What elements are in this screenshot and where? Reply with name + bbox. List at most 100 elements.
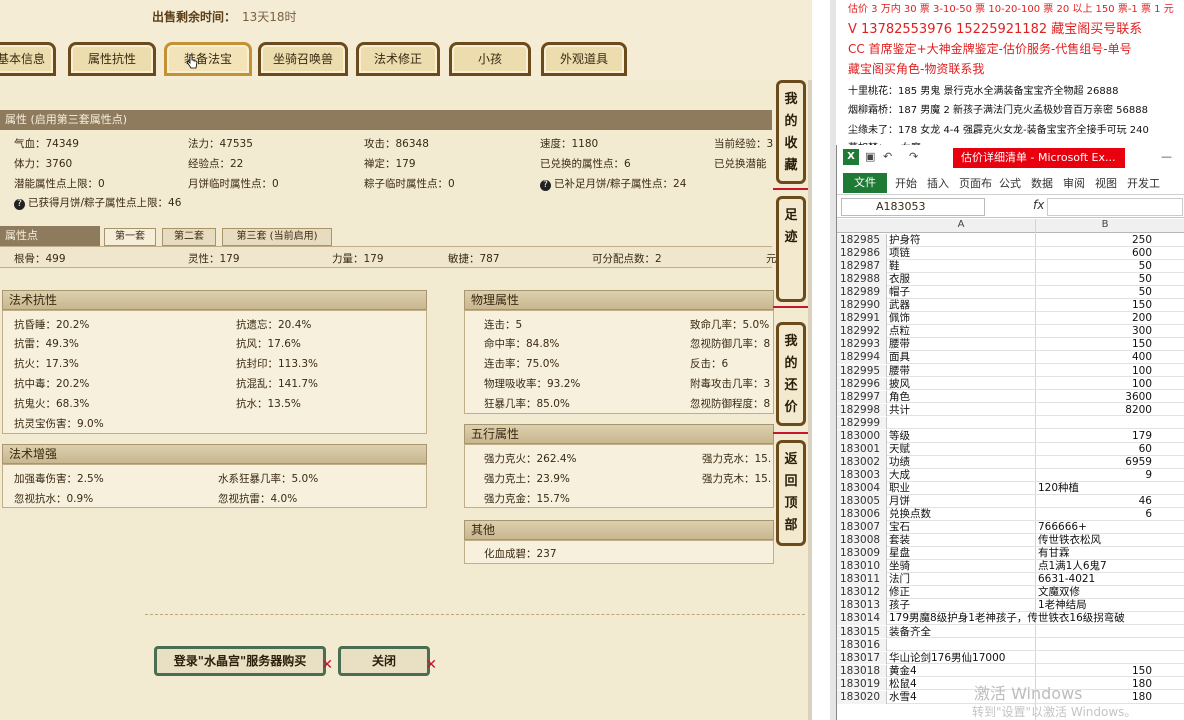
row-number[interactable]: 183008: [837, 534, 887, 547]
row-number[interactable]: 183019: [837, 677, 887, 691]
undo-icon[interactable]: ↶: [883, 150, 892, 163]
row-number[interactable]: 182993: [837, 338, 887, 352]
menu-formula[interactable]: 公式: [999, 175, 1021, 191]
cell-b[interactable]: 200: [1035, 312, 1155, 324]
table-row[interactable]: 182988 衣服 50: [837, 273, 1184, 286]
table-row[interactable]: 182999: [837, 416, 1184, 430]
table-row[interactable]: 182994 面具 400: [837, 351, 1184, 365]
tab-appearance[interactable]: 外观道具: [541, 42, 627, 76]
row-number[interactable]: 183011: [837, 573, 887, 587]
cell-a[interactable]: 共计: [887, 404, 1035, 416]
table-row[interactable]: 182993 腰带 150: [837, 338, 1184, 352]
row-number[interactable]: 183018: [837, 664, 887, 678]
cell-b[interactable]: 300: [1035, 325, 1155, 337]
cell-a[interactable]: 面具: [887, 351, 1035, 363]
row-number[interactable]: 182985: [837, 234, 887, 247]
cell-b[interactable]: 9: [1035, 469, 1155, 481]
save-icon[interactable]: ▣: [865, 150, 875, 163]
row-number[interactable]: 183003: [837, 468, 887, 482]
cell-a[interactable]: 等级: [887, 430, 1035, 442]
cell-b[interactable]: 400: [1035, 351, 1155, 363]
cell-a[interactable]: 法门: [887, 573, 1035, 585]
close-button[interactable]: 关闭 ✕: [338, 646, 437, 676]
cell-a[interactable]: 职业: [887, 482, 1035, 494]
table-row[interactable]: 183006 兑换点数 6: [837, 508, 1184, 521]
buy-button[interactable]: 登录"水晶宫"服务器购买 ✕: [154, 646, 333, 676]
row-number[interactable]: 183014: [837, 612, 887, 626]
cell-a[interactable]: 天赋: [887, 443, 1035, 455]
row-number[interactable]: 182987: [837, 260, 887, 273]
cell-a[interactable]: 装备齐全: [887, 626, 1035, 638]
col-a-header[interactable]: A: [887, 219, 1035, 230]
cell-b[interactable]: 150: [1035, 299, 1155, 311]
cell-b[interactable]: 46: [1035, 495, 1155, 507]
cell-a[interactable]: 星盘: [887, 547, 1035, 559]
my-bargain-button[interactable]: 我的还价: [776, 322, 806, 426]
cell-a[interactable]: 功绩: [887, 456, 1035, 468]
row-number[interactable]: 183005: [837, 495, 887, 508]
cell-b[interactable]: 150: [1035, 338, 1155, 350]
col-b-header[interactable]: B: [1035, 219, 1175, 230]
row-number[interactable]: 182991: [837, 312, 887, 326]
table-row[interactable]: 183005 月饼 46: [837, 495, 1184, 508]
table-row[interactable]: 182985 护身符 250: [837, 234, 1184, 247]
menu-data[interactable]: 数据: [1031, 175, 1053, 191]
cell-a[interactable]: 披风: [887, 378, 1035, 390]
scrollbar[interactable]: [808, 80, 812, 720]
row-number[interactable]: 182989: [837, 286, 887, 299]
cell-a[interactable]: 华山论剑176男仙17000: [887, 652, 1035, 664]
table-row[interactable]: 183014 179男魔8级护身1老神孩子，传世铁衣16级拐弯破: [837, 612, 1184, 626]
row-number[interactable]: 183016: [837, 638, 887, 652]
cell-a[interactable]: 帽子: [887, 286, 1035, 298]
table-row[interactable]: 183001 天赋 60: [837, 442, 1184, 456]
table-row[interactable]: 182987 鞋 50: [837, 260, 1184, 273]
row-number[interactable]: 182998: [837, 403, 887, 417]
table-row[interactable]: 183018 黄金4 150: [837, 664, 1184, 678]
table-row[interactable]: 182992 点粒 300: [837, 325, 1184, 339]
table-row[interactable]: 182989 帽子 50: [837, 286, 1184, 299]
cell-b[interactable]: 50: [1035, 260, 1155, 272]
cell-b[interactable]: 传世铁衣松风: [1035, 534, 1155, 546]
subtab-set3[interactable]: 第三套 (当前启用): [222, 228, 332, 246]
table-row[interactable]: 183010 坐骑 点1满1人6鬼7: [837, 560, 1184, 574]
menu-review[interactable]: 审阅: [1063, 175, 1085, 191]
tab-child[interactable]: 小孩: [449, 42, 531, 76]
cell-b[interactable]: 179: [1035, 430, 1155, 442]
cell-a[interactable]: 套装: [887, 534, 1035, 546]
tab-basic-info[interactable]: 基本信息: [0, 42, 56, 76]
table-row[interactable]: 182990 武器 150: [837, 299, 1184, 313]
table-row[interactable]: 183007 宝石 766666+: [837, 521, 1184, 534]
table-row[interactable]: 182996 披风 100: [837, 377, 1184, 391]
cell-b[interactable]: 60: [1035, 443, 1155, 455]
cell-b[interactable]: 3600: [1035, 391, 1155, 403]
cell-a[interactable]: 修正: [887, 586, 1035, 598]
table-row[interactable]: 183016: [837, 638, 1184, 652]
cell-a[interactable]: 武器: [887, 299, 1035, 311]
cell-a[interactable]: 大成: [887, 469, 1035, 481]
table-row[interactable]: 183017 华山论剑176男仙17000: [837, 651, 1184, 665]
row-number[interactable]: 182999: [837, 416, 887, 430]
cell-b[interactable]: 6: [1035, 508, 1155, 520]
row-number[interactable]: 183010: [837, 560, 887, 574]
row-number[interactable]: 183020: [837, 690, 887, 704]
row-number[interactable]: 183017: [837, 651, 887, 665]
cell-a[interactable]: 179男魔8级护身1老神孩子，传世铁衣16级拐弯破: [887, 612, 1125, 624]
table-row[interactable]: 183000 等级 179: [837, 429, 1184, 443]
menu-insert[interactable]: 插入: [927, 175, 949, 191]
cell-a[interactable]: 鞋: [887, 260, 1035, 272]
help-icon[interactable]: ?: [14, 199, 25, 210]
cell-b[interactable]: 有甘霖: [1035, 547, 1155, 559]
cell-b[interactable]: 文魔双修: [1035, 586, 1155, 598]
redo-icon[interactable]: ↷: [909, 150, 918, 163]
cell-a[interactable]: 腰带: [887, 338, 1035, 350]
row-number[interactable]: 183001: [837, 442, 887, 456]
cell-a[interactable]: 佩饰: [887, 312, 1035, 324]
help-icon[interactable]: ?: [540, 180, 551, 191]
table-row[interactable]: 183003 大成 9: [837, 468, 1184, 482]
cell-a[interactable]: 护身符: [887, 234, 1035, 246]
cell-b[interactable]: 点1满1人6鬼7: [1035, 560, 1155, 572]
menu-view[interactable]: 视图: [1095, 175, 1117, 191]
cell-a[interactable]: 黄金4: [887, 665, 1035, 677]
cell-a[interactable]: 孩子: [887, 599, 1035, 611]
tab-attr-resist[interactable]: 属性抗性: [68, 42, 156, 76]
